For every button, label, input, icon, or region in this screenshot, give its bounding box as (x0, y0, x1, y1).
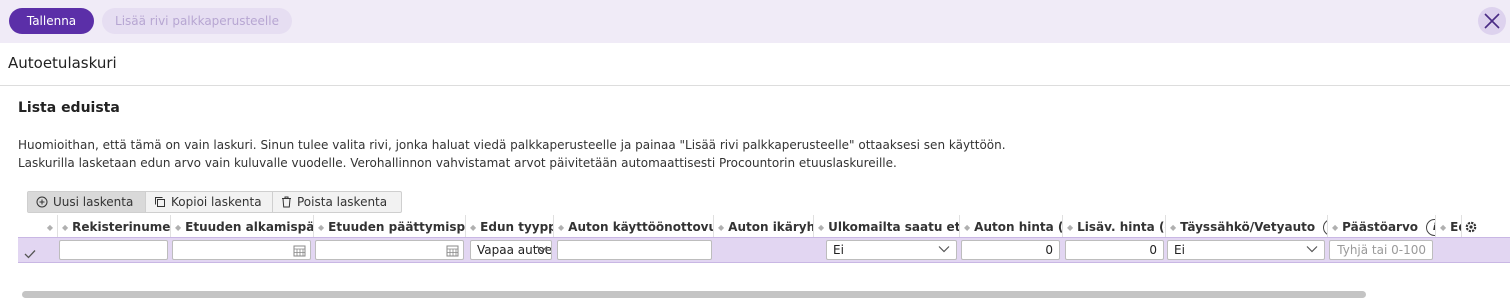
close-button[interactable] (1478, 7, 1506, 35)
description-line-1: Huomioithan, että tämä on vain laskuri. … (18, 138, 1006, 152)
header-car-commissioning-year[interactable]: ◆Auton käyttöönottovuosi (554, 215, 714, 237)
selection-column-header: ◆ (18, 215, 58, 237)
header-benefit-end-date[interactable]: ◆Etuuden päättymispäivä (314, 215, 466, 237)
top-action-bar: Tallenna Lisää rivi palkkaperusteelle (0, 0, 1510, 43)
chevron-down-icon (938, 246, 950, 253)
car-price-input[interactable]: 0 (961, 240, 1060, 260)
copy-calculation-button[interactable]: Kopioi laskenta (146, 192, 273, 212)
horizontal-scrollbar[interactable] (22, 291, 1366, 298)
foreign-benefit-select[interactable]: Ei (826, 240, 957, 260)
page-title: Autoetulaskuri (8, 54, 117, 72)
header-benefit-type[interactable]: ◆ Edun tyyppi (466, 215, 554, 237)
header-foreign-benefit[interactable]: ◆ Ulkomailta saatu etu (814, 215, 960, 237)
header-electric-hydrogen[interactable]: ◆Täyssähkö/Vetyautoi (1166, 215, 1328, 237)
copy-icon (155, 197, 165, 207)
selected-check[interactable] (24, 244, 36, 263)
benefit-type-select[interactable]: Vapaa autoetu (470, 240, 552, 260)
gear-icon (1465, 221, 1477, 233)
header-emission-value[interactable]: ◆ Päästöarvo i (1328, 215, 1436, 237)
electric-hydrogen-select[interactable]: Ei (1167, 240, 1325, 260)
description-line-2: Laskurilla lasketaan edun arvo vain kulu… (18, 156, 897, 170)
registration-number-input[interactable] (59, 240, 168, 260)
add-row-to-pay-basis-button[interactable]: Lisää rivi palkkaperusteelle (102, 8, 292, 34)
benefit-end-date-input[interactable] (315, 240, 464, 260)
benefits-grid: ◆ ◆Rekisterinumero ◆Etuuden alkamispäivä… (18, 215, 1510, 263)
plus-circle-icon (36, 196, 48, 208)
trash-icon (282, 196, 291, 208)
info-icon[interactable]: i (1426, 219, 1435, 236)
header-accessory-price[interactable]: ◆Lisäv. hinta (e) (1063, 215, 1166, 237)
calendar-icon[interactable] (446, 244, 459, 257)
section-title: Lista eduista (18, 100, 120, 116)
save-button[interactable]: Tallenna (9, 8, 94, 34)
copy-calculation-label: Kopioi laskenta (171, 195, 262, 209)
table-row[interactable]: Vapaa autoetu Ei 0 0 Ei Tyhjä tai 0-100 (18, 237, 1510, 263)
header-car-age-group[interactable]: ◆Auton ikäryhmä (714, 215, 814, 237)
chevron-down-icon (536, 246, 548, 253)
commissioning-year-input[interactable] (557, 240, 712, 260)
delete-calculation-label: Poista laskenta (297, 195, 388, 209)
emission-value-input[interactable]: Tyhjä tai 0-100 (1329, 240, 1433, 260)
delete-calculation-button[interactable]: Poista laskenta (273, 192, 401, 212)
header-car-price[interactable]: ◆Auton hinta (e) (960, 215, 1063, 237)
header-benefit-start-date[interactable]: ◆Etuuden alkamispäivä (171, 215, 314, 237)
benefit-start-date-input[interactable] (172, 240, 311, 260)
car-age-group-value (715, 240, 813, 260)
chevron-down-icon (1306, 246, 1318, 253)
column-settings-button[interactable] (1464, 219, 1478, 238)
calculation-toolbar: Uusi laskenta Kopioi laskenta Poista las… (27, 191, 402, 213)
new-calculation-button[interactable]: Uusi laskenta (28, 192, 146, 212)
header-registration-number[interactable]: ◆Rekisterinumero (58, 215, 171, 237)
calendar-icon[interactable] (293, 244, 306, 257)
divider (0, 85, 1510, 86)
new-calculation-label: Uusi laskenta (53, 195, 134, 209)
accessory-price-input[interactable]: 0 (1065, 240, 1164, 260)
close-icon (1484, 13, 1500, 29)
header-truncated-column[interactable]: ◆Ed (1436, 215, 1462, 237)
checkmark-icon (24, 250, 36, 259)
